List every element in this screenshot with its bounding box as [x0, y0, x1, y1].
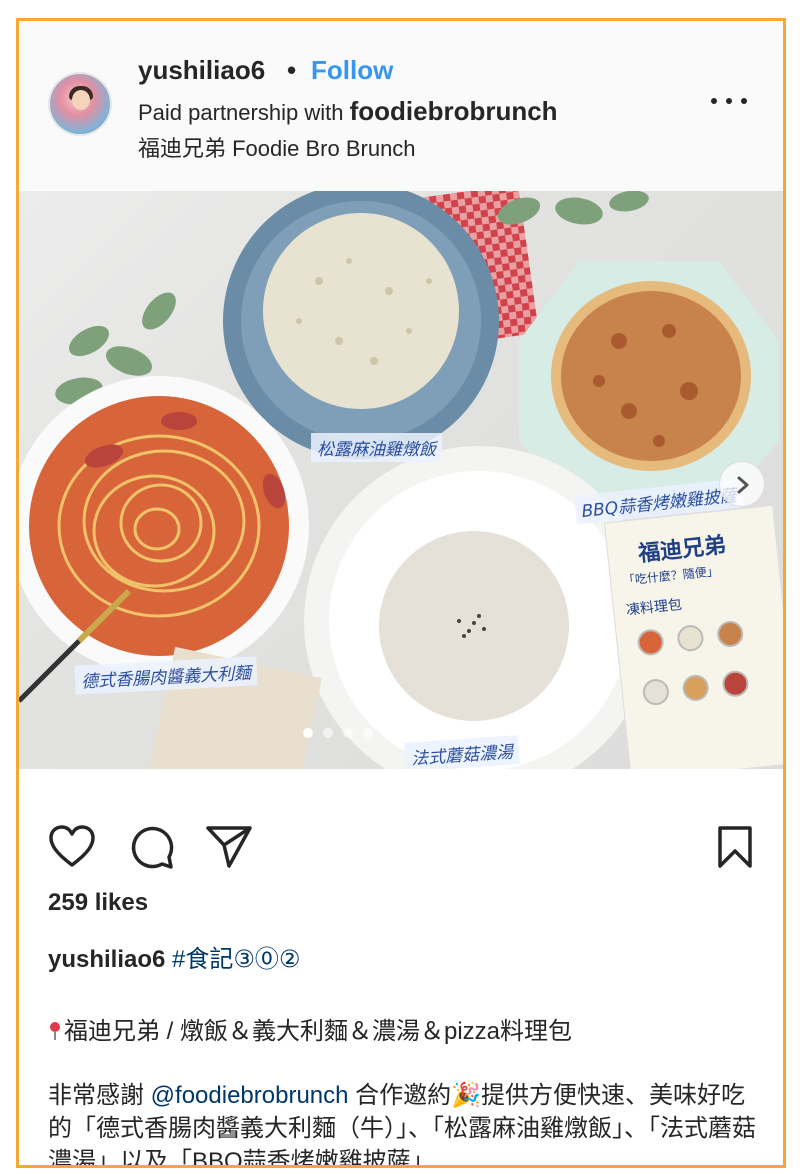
label-risotto: 松露麻油雞燉飯 [311, 433, 442, 462]
carousel-dot[interactable] [463, 728, 473, 738]
avatar-face [72, 90, 90, 110]
carousel-dot[interactable] [443, 728, 453, 738]
post-header: yushiliao6 • Follow Paid partnership wit… [19, 21, 783, 191]
carousel-dot[interactable] [363, 728, 373, 738]
chevron-right-icon [737, 476, 749, 494]
menu-card: 福迪兄弟 「吃什麼？隨便」 凍料理包 [603, 504, 783, 769]
heart-icon[interactable] [48, 825, 96, 869]
more-dot [726, 98, 732, 104]
post-photo[interactable]: 松露麻油雞燉飯 BBQ蒜香烤嫩雞披薩 德式香腸肉醬義大利麵 法式蘑菇濃湯 福迪兄… [19, 191, 783, 769]
card-dish [636, 628, 665, 657]
card-dish [715, 619, 745, 649]
pin-icon [50, 1022, 60, 1040]
caption-body: 非常感謝 @foodiebrobrunch 合作邀約🎉提供方便快速、美味好吃的「… [48, 1079, 768, 1165]
paid-prefix: Paid partnership with [138, 100, 344, 125]
paid-partnership: Paid partnership with foodiebrobrunch [138, 96, 558, 127]
paper-plane-icon[interactable] [205, 825, 253, 869]
username[interactable]: yushiliao6 [138, 55, 265, 86]
action-bar [19, 769, 783, 889]
card-dish [676, 623, 705, 653]
location-link[interactable]: 福迪兄弟 Foodie Bro Brunch [138, 131, 416, 163]
carousel-dot[interactable] [383, 728, 393, 738]
carousel-next-button[interactable] [719, 461, 765, 507]
avatar[interactable] [48, 72, 112, 136]
card-subtitle: 「吃什麼？隨便」 [622, 563, 720, 588]
card-dish [721, 669, 750, 699]
comment-icon[interactable] [129, 824, 175, 870]
bookmark-icon[interactable] [715, 825, 755, 869]
carousel-dot[interactable] [323, 728, 333, 738]
post-frame: yushiliao6 • Follow Paid partnership wit… [16, 18, 786, 1168]
more-dot [711, 98, 717, 104]
carousel-dot[interactable] [303, 728, 313, 738]
card-dish [681, 673, 710, 703]
caption-line: 福迪兄弟 / 燉飯＆義大利麵＆濃湯＆pizza料理包 [48, 1011, 572, 1046]
partner-link[interactable]: foodiebrobrunch [350, 96, 558, 126]
follow-button[interactable]: Follow [311, 55, 393, 86]
hashtag-link[interactable]: #食記③⓪② [172, 946, 300, 973]
carousel-dots [303, 725, 483, 738]
mention-link[interactable]: @foodiebrobrunch [151, 1082, 349, 1109]
carousel-dot[interactable] [423, 728, 433, 738]
caption-username[interactable]: yushiliao6 [48, 946, 165, 973]
carousel-dot[interactable] [403, 728, 413, 738]
caption-body-pre: 非常感謝 [48, 1082, 151, 1109]
caption-header: yushiliao6 #食記③⓪② [48, 939, 300, 974]
card-line: 凍料理包 [625, 595, 683, 618]
likes-count[interactable]: 259 likes [48, 889, 148, 917]
caption-line-text: 福迪兄弟 / 燉飯＆義大利麵＆濃湯＆pizza料理包 [64, 1018, 573, 1045]
more-dot [741, 98, 747, 104]
separator-dot: • [287, 55, 297, 85]
more-options-icon[interactable] [709, 89, 749, 113]
card-dish [641, 677, 671, 707]
carousel-dot[interactable] [343, 728, 353, 738]
